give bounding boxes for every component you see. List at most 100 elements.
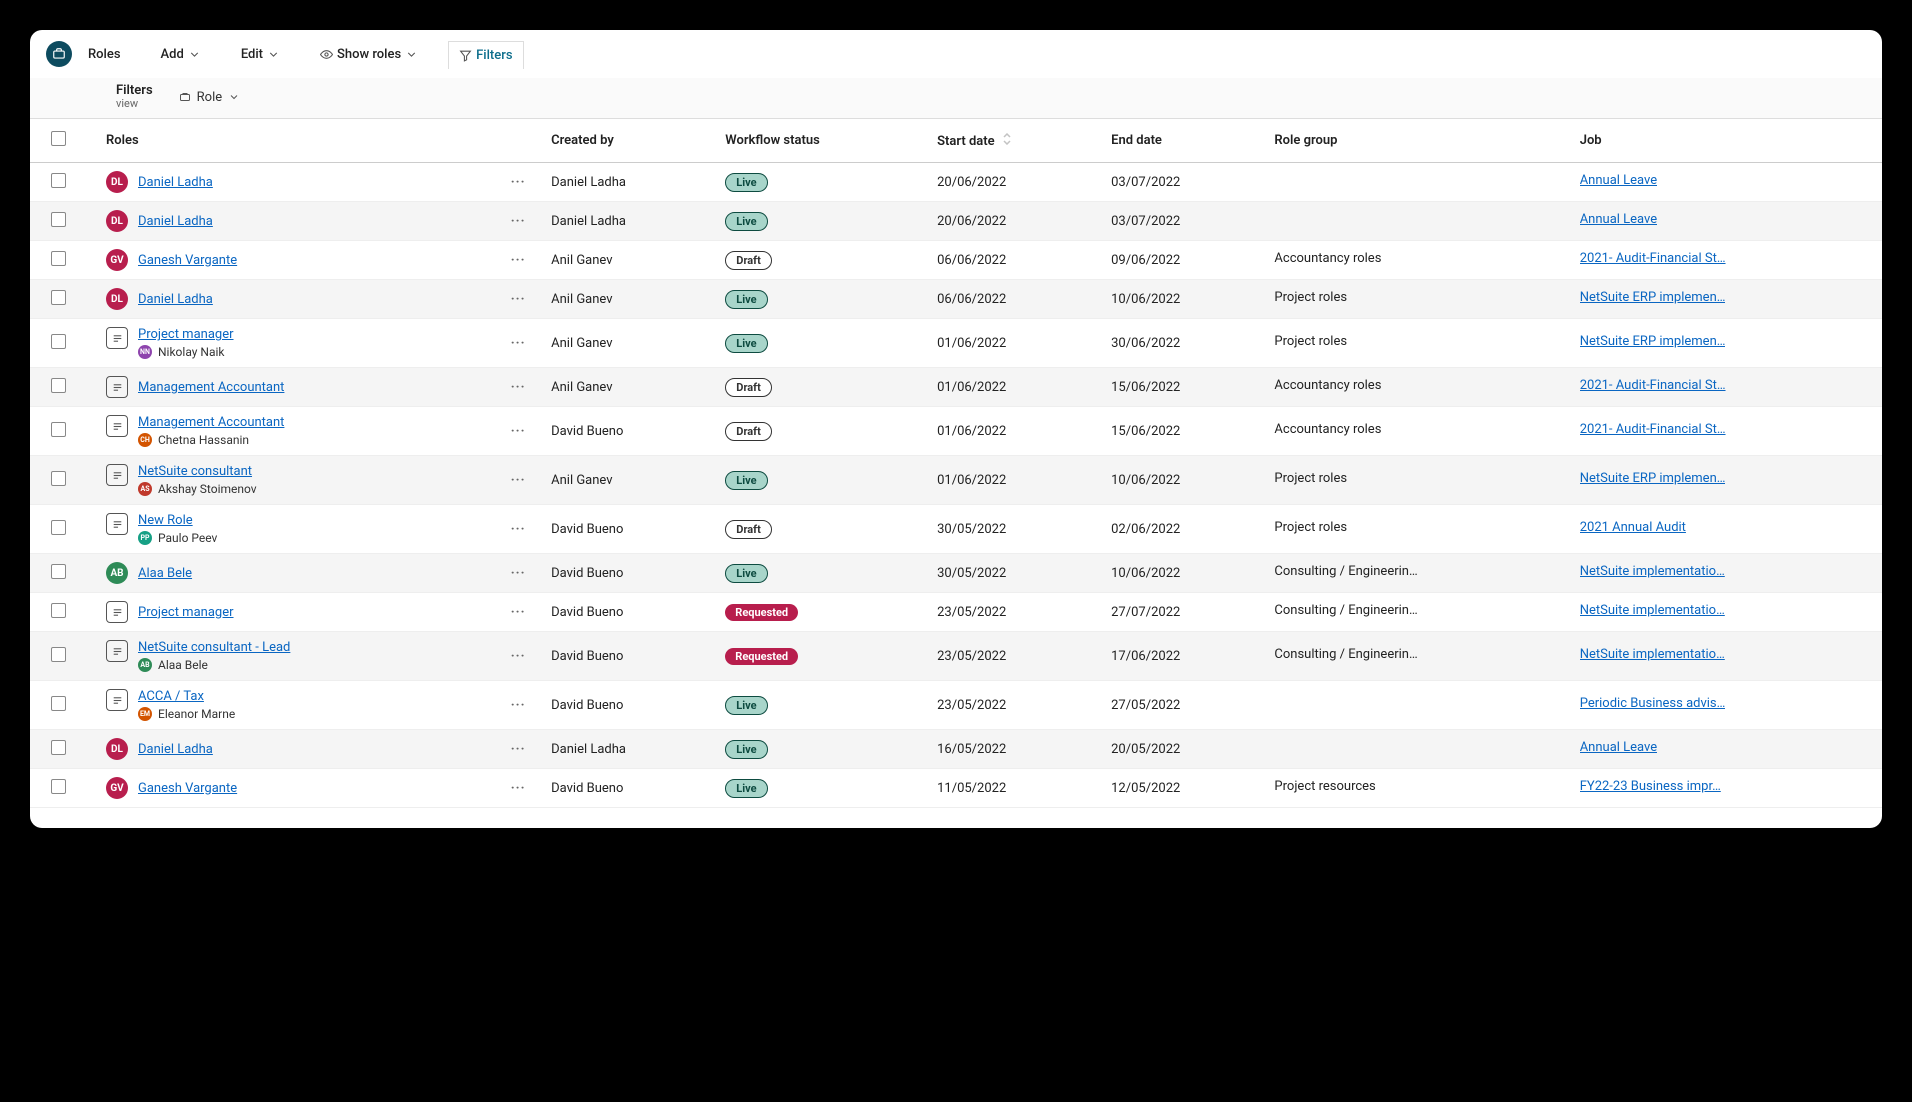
row-actions-menu[interactable]: ··· [511, 380, 526, 395]
job-link[interactable]: Annual Leave [1580, 212, 1657, 227]
col-status[interactable]: Workflow status [717, 119, 929, 163]
job-link[interactable]: 2021- Audit-Financial St… [1580, 422, 1726, 437]
job-link[interactable]: NetSuite ERP implemen… [1580, 290, 1726, 305]
role-link[interactable]: Ganesh Vargante [138, 253, 237, 268]
table-row[interactable]: Project managerNNNikolay Naik···Anil Gan… [30, 319, 1882, 368]
start-date-cell: 01/06/2022 [929, 319, 1103, 368]
status-badge: Live [725, 212, 767, 231]
role-group-cell: Consulting / Engineerin… [1274, 564, 1417, 579]
row-actions-menu[interactable]: ··· [511, 214, 526, 229]
table-row[interactable]: New RolePPPaulo Peev···David BuenoDraft3… [30, 505, 1882, 554]
table-row[interactable]: DLDaniel Ladha···Daniel LadhaLive20/06/2… [30, 202, 1882, 241]
table-row[interactable]: NetSuite consultant - LeadABAlaa Bele···… [30, 632, 1882, 681]
roles-app-icon [46, 41, 72, 67]
status-badge: Draft [725, 520, 772, 539]
col-end[interactable]: End date [1103, 119, 1266, 163]
table-row[interactable]: DLDaniel Ladha···Anil GanevLive06/06/202… [30, 280, 1882, 319]
table-row[interactable]: Management Accountant···Anil GanevDraft0… [30, 368, 1882, 407]
row-checkbox[interactable] [51, 378, 66, 393]
role-link[interactable]: New Role [138, 513, 193, 528]
role-link[interactable]: Project manager [138, 605, 234, 620]
role-link[interactable]: Ganesh Vargante [138, 781, 237, 796]
row-checkbox[interactable] [51, 251, 66, 266]
role-link[interactable]: Daniel Ladha [138, 175, 213, 190]
start-date-cell: 06/06/2022 [929, 280, 1103, 319]
row-checkbox[interactable] [51, 290, 66, 305]
job-link[interactable]: NetSuite ERP implemen… [1580, 334, 1726, 349]
status-badge: Live [725, 471, 767, 490]
col-created[interactable]: Created by [543, 119, 717, 163]
row-actions-menu[interactable]: ··· [511, 473, 526, 488]
row-actions-menu[interactable]: ··· [511, 698, 526, 713]
row-checkbox[interactable] [51, 779, 66, 794]
job-link[interactable]: Annual Leave [1580, 173, 1657, 188]
add-menu[interactable]: Add [151, 41, 211, 68]
show-roles-menu[interactable]: Show roles [310, 41, 428, 68]
row-actions-menu[interactable]: ··· [511, 522, 526, 537]
role-link[interactable]: ACCA / Tax [138, 689, 204, 704]
role-link[interactable]: Management Accountant [138, 415, 284, 430]
table-row[interactable]: DLDaniel Ladha···Daniel LadhaLive16/05/2… [30, 730, 1882, 769]
job-link[interactable]: Periodic Business advis… [1580, 696, 1726, 711]
role-link[interactable]: NetSuite consultant [138, 464, 252, 479]
filters-tab[interactable]: Filters [448, 41, 523, 69]
row-checkbox[interactable] [51, 564, 66, 579]
row-checkbox[interactable] [51, 647, 66, 662]
row-checkbox[interactable] [51, 520, 66, 535]
row-checkbox[interactable] [51, 334, 66, 349]
table-row[interactable]: NetSuite consultant ASAkshay Stoimenov ···… [30, 456, 1882, 505]
col-start[interactable]: Start date [929, 119, 1103, 163]
start-date-cell: 20/06/2022 [929, 163, 1103, 202]
row-actions-menu[interactable]: ··· [511, 175, 526, 190]
row-checkbox[interactable] [51, 740, 66, 755]
row-actions-menu[interactable]: ··· [511, 605, 526, 620]
row-actions-menu[interactable]: ··· [511, 649, 526, 664]
table-row[interactable]: ABAlaa Bele···David BuenoLive30/05/20221… [30, 554, 1882, 593]
job-link[interactable]: NetSuite implementatio… [1580, 564, 1725, 579]
role-link[interactable]: Daniel Ladha [138, 742, 213, 757]
col-roles[interactable]: Roles [86, 119, 493, 163]
row-actions-menu[interactable]: ··· [511, 292, 526, 307]
job-link[interactable]: NetSuite implementatio… [1580, 647, 1725, 662]
edit-menu[interactable]: Edit [231, 41, 290, 68]
role-link[interactable]: Daniel Ladha [138, 214, 213, 229]
table-row[interactable]: ACCA / TaxEMEleanor Marne···David BuenoL… [30, 681, 1882, 730]
row-actions-menu[interactable]: ··· [511, 253, 526, 268]
job-link[interactable]: Annual Leave [1580, 740, 1657, 755]
row-actions-menu[interactable]: ··· [511, 781, 526, 796]
start-date-cell: 01/06/2022 [929, 407, 1103, 456]
table-container: Roles Created by Workflow status Start d… [30, 119, 1882, 828]
row-actions-menu[interactable]: ··· [511, 566, 526, 581]
row-actions-menu[interactable]: ··· [511, 424, 526, 439]
row-checkbox[interactable] [51, 471, 66, 486]
row-actions-menu[interactable]: ··· [511, 742, 526, 757]
job-link[interactable]: NetSuite ERP implemen… [1580, 471, 1726, 486]
row-checkbox[interactable] [51, 173, 66, 188]
col-group[interactable]: Role group [1266, 119, 1571, 163]
row-checkbox[interactable] [51, 212, 66, 227]
role-link[interactable]: NetSuite consultant - Lead [138, 640, 290, 655]
table-row[interactable]: Management AccountantCHChetna Hassanin··… [30, 407, 1882, 456]
role-link[interactable]: Alaa Bele [138, 566, 192, 581]
job-link[interactable]: NetSuite implementatio… [1580, 603, 1725, 618]
row-checkbox[interactable] [51, 603, 66, 618]
role-link[interactable]: Project manager [138, 327, 234, 342]
role-link[interactable]: Management Accountant [138, 380, 284, 395]
table-row[interactable]: Project manager···David BuenoRequested23… [30, 593, 1882, 632]
job-link[interactable]: FY22-23 Business impr… [1580, 779, 1721, 794]
row-checkbox[interactable] [51, 696, 66, 711]
role-filter-chip[interactable]: Role [171, 86, 248, 109]
col-job[interactable]: Job [1572, 119, 1882, 163]
table-row[interactable]: DLDaniel Ladha···Daniel LadhaLive20/06/2… [30, 163, 1882, 202]
role-link[interactable]: Daniel Ladha [138, 292, 213, 307]
job-link[interactable]: 2021- Audit-Financial St… [1580, 251, 1726, 266]
created-by-cell: Anil Ganev [543, 368, 717, 407]
table-row[interactable]: GVGanesh Vargante···David BuenoLive11/05… [30, 769, 1882, 808]
job-link[interactable]: 2021- Audit-Financial St… [1580, 378, 1726, 393]
job-link[interactable]: 2021 Annual Audit [1580, 520, 1686, 535]
row-checkbox[interactable] [51, 422, 66, 437]
select-all-checkbox[interactable] [51, 131, 66, 146]
assignee: ASAkshay Stoimenov [138, 482, 257, 496]
row-actions-menu[interactable]: ··· [511, 336, 526, 351]
table-row[interactable]: GVGanesh Vargante···Anil GanevDraft06/06… [30, 241, 1882, 280]
